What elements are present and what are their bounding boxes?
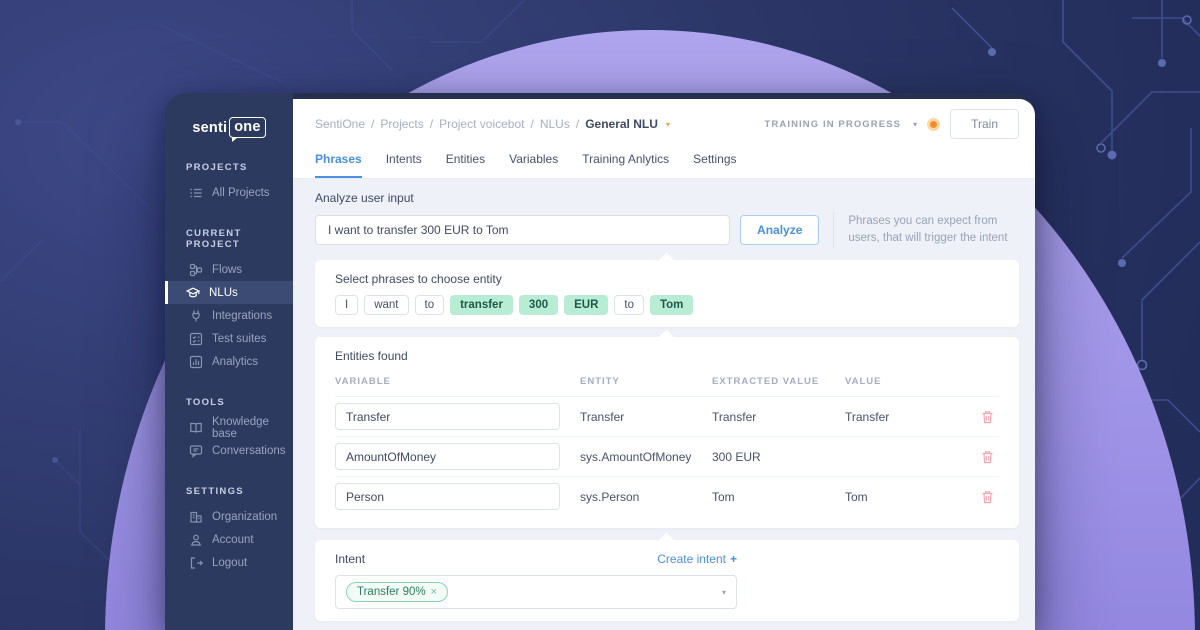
sidebar-item-flows[interactable]: Flows [165, 258, 293, 281]
train-button[interactable]: Train [950, 109, 1019, 139]
intent-label: Intent [335, 552, 365, 566]
tab-variables[interactable]: Variables [509, 152, 558, 178]
delete-row-trash-icon[interactable] [981, 450, 994, 464]
nlu-dropdown-caret-icon[interactable]: ▾ [666, 120, 670, 129]
extracted-cell: 300 EUR [712, 450, 845, 464]
test-suites-icon [189, 332, 203, 346]
breadcrumb-projects[interactable]: Projects [380, 117, 423, 131]
entities-table-header: VARIABLE ENTITY EXTRACTED VALUE VALUE [335, 370, 999, 397]
training-status-caret-icon[interactable]: ▾ [913, 120, 917, 129]
logout-icon [189, 556, 203, 570]
book-icon [189, 421, 203, 435]
entity-cell: sys.Person [580, 490, 712, 504]
content-header: SentiOne / Projects / Project voicebot /… [293, 99, 1035, 179]
breadcrumb: SentiOne / Projects / Project voicebot /… [315, 117, 670, 131]
sidebar-item-test-suites[interactable]: Test suites [165, 327, 293, 350]
sidebar-section-current-project: CURRENT PROJECT [165, 228, 293, 250]
body-area: Analyze user input Analyze Phrases you c… [293, 179, 1035, 630]
intent-select[interactable]: Transfer 90% × ▾ [335, 575, 737, 609]
sidebar-section-settings: SETTINGS [165, 486, 293, 497]
entities-title: Entities found [335, 349, 999, 363]
flows-icon [189, 263, 203, 277]
list-icon [189, 186, 203, 200]
tab-training-anlytics[interactable]: Training Anlytics [582, 152, 669, 178]
breadcrumb-current-general-nlu[interactable]: General NLU [585, 117, 658, 131]
delete-row-trash-icon[interactable] [981, 490, 994, 504]
token-tom-entity[interactable]: Tom [650, 295, 693, 315]
analyze-input[interactable] [315, 215, 730, 245]
logo-senti: senti [192, 120, 227, 136]
sidebar-item-conversations[interactable]: Conversations [165, 439, 293, 462]
sidebar-item-all-projects[interactable]: All Projects [165, 181, 293, 204]
token-to-2[interactable]: to [614, 295, 644, 315]
sidebar: senti one PROJECTS All Projects CURRENT … [165, 93, 293, 630]
token-to[interactable]: to [415, 295, 445, 315]
value-cell: Transfer [845, 410, 981, 424]
app-window: senti one PROJECTS All Projects CURRENT … [165, 93, 1035, 630]
person-icon [189, 533, 203, 547]
breadcrumb-project-voicebot[interactable]: Project voicebot [439, 117, 524, 131]
tab-intents[interactable]: Intents [386, 152, 422, 178]
sidebar-item-account[interactable]: Account [165, 528, 293, 551]
sidebar-section-projects: PROJECTS [165, 162, 293, 173]
plug-icon [189, 309, 203, 323]
token-300-entity[interactable]: 300 [519, 295, 558, 315]
create-intent-link[interactable]: Create intent+ [657, 552, 737, 566]
analyze-section: Analyze user input Analyze Phrases you c… [293, 179, 1035, 260]
breadcrumb-sentione[interactable]: SentiOne [315, 117, 365, 131]
tab-entities[interactable]: Entities [446, 152, 485, 178]
table-row: sys.Person Tom Tom [335, 477, 999, 516]
tab-bar: Phrases Intents Entities Variables Train… [315, 152, 1019, 178]
entity-cell: Transfer [580, 410, 712, 424]
nlu-cap-icon [186, 286, 200, 300]
table-row: sys.AmountOfMoney 300 EUR [335, 437, 999, 477]
token-i[interactable]: I [335, 295, 358, 315]
tab-settings[interactable]: Settings [693, 152, 736, 178]
remove-intent-icon[interactable]: × [431, 586, 437, 598]
intent-card: Intent Create intent+ Transfer 90% × ▾ [315, 540, 1019, 621]
logo-one-bubble: one [229, 117, 265, 138]
vertical-divider [833, 212, 834, 248]
entities-found-card: Entities found VARIABLE ENTITY EXTRACTED… [315, 337, 1019, 528]
entity-cell: sys.AmountOfMoney [580, 450, 712, 464]
sidebar-item-nlus[interactable]: NLUs [165, 281, 293, 304]
main-content: SentiOne / Projects / Project voicebot /… [293, 99, 1035, 630]
tab-phrases[interactable]: Phrases [315, 152, 362, 178]
extracted-cell: Tom [712, 490, 845, 504]
analyze-label: Analyze user input [315, 191, 1019, 205]
variable-input[interactable] [335, 403, 560, 430]
sidebar-item-integrations[interactable]: Integrations [165, 304, 293, 327]
variable-input[interactable] [335, 483, 560, 510]
intent-pill-transfer[interactable]: Transfer 90% × [346, 582, 448, 602]
training-status-dot-icon [927, 118, 940, 131]
token-transfer-entity[interactable]: transfer [450, 295, 513, 315]
extracted-cell: Transfer [712, 410, 845, 424]
table-row: Transfer Transfer Transfer [335, 397, 999, 437]
sentione-logo: senti one [165, 117, 293, 138]
value-cell: Tom [845, 490, 981, 504]
chat-icon [189, 444, 203, 458]
token-list: I want to transfer 300 EUR to Tom [335, 295, 999, 315]
delete-row-trash-icon[interactable] [981, 410, 994, 424]
entities-table: VARIABLE ENTITY EXTRACTED VALUE VALUE Tr… [335, 370, 999, 516]
plus-icon: + [730, 552, 737, 566]
token-eur-entity[interactable]: EUR [564, 295, 608, 315]
sidebar-item-analytics[interactable]: Analytics [165, 350, 293, 373]
sidebar-item-logout[interactable]: Logout [165, 551, 293, 574]
select-phrases-card: Select phrases to choose entity I want t… [315, 260, 1019, 327]
select-phrases-label: Select phrases to choose entity [335, 272, 999, 286]
select-caret-icon: ▾ [722, 588, 726, 597]
analyze-hint: Phrases you can expect from users, that … [848, 213, 1019, 248]
organization-icon [189, 510, 203, 524]
token-want[interactable]: want [364, 295, 408, 315]
sidebar-section-tools: TOOLS [165, 397, 293, 408]
sidebar-item-knowledge-base[interactable]: Knowledge base [165, 416, 293, 439]
training-status-label[interactable]: TRAINING IN PROGRESS [765, 119, 902, 130]
variable-input[interactable] [335, 443, 560, 470]
analytics-icon [189, 355, 203, 369]
sidebar-item-organization[interactable]: Organization [165, 505, 293, 528]
analyze-button[interactable]: Analyze [740, 215, 819, 245]
breadcrumb-nlus[interactable]: NLUs [540, 117, 570, 131]
